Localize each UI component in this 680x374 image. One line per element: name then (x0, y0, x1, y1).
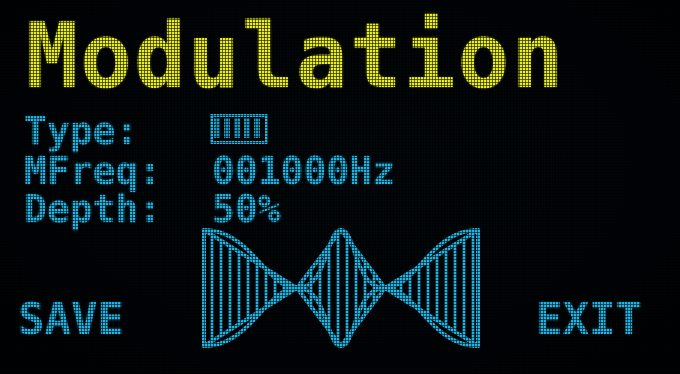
depth-value[interactable]: 50% (212, 190, 281, 228)
save-button[interactable]: SAVE (18, 298, 124, 342)
type-row[interactable]: Type: (24, 112, 212, 150)
am-modulation-envelope-icon (202, 227, 480, 349)
mfreq-label: MFreq: (24, 149, 162, 193)
exit-button[interactable]: EXIT (536, 298, 642, 342)
mfreq-row[interactable]: MFreq: 001000Hz (24, 152, 395, 190)
type-label: Type: (24, 109, 139, 153)
screen-title: Modulation (26, 4, 566, 109)
mfreq-value[interactable]: 001000Hz (212, 152, 395, 190)
oled-display: Modulation Type: AM MFreq: 001000Hz Depth… (0, 0, 680, 374)
depth-row[interactable]: Depth: 50% (24, 190, 281, 228)
depth-label: Depth: (24, 187, 162, 231)
type-value[interactable]: AM (214, 118, 264, 138)
